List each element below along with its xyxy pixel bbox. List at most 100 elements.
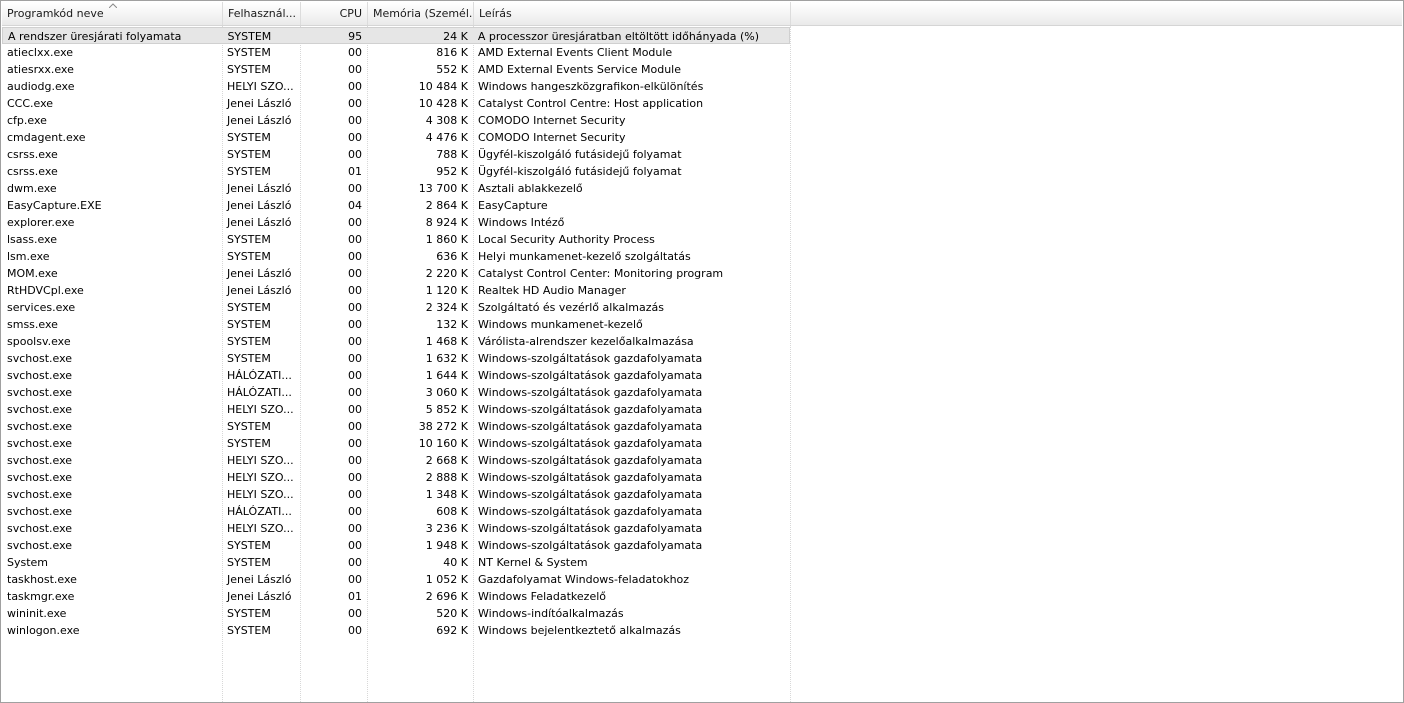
- table-row[interactable]: services.exe SYSTEM 00 2 324 K Szolgáltató é…: [2, 299, 1402, 316]
- table-row[interactable]: cfp.exe Jenei László 00 4 308 K COMODO Inter…: [2, 112, 1402, 129]
- table-row-content[interactable]: taskhost.exe Jenei László 00 1 052 K Gazdafo…: [2, 571, 790, 588]
- table-row-content[interactable]: csrss.exe SYSTEM 00 788 K Ügyfél-kiszolgáló …: [2, 146, 790, 163]
- table-row-content[interactable]: MOM.exe Jenei László 00 2 220 K Catalyst Con…: [2, 265, 790, 282]
- table-row[interactable]: svchost.exe SYSTEM 00 1 948 K Windows-szolgá…: [2, 537, 1402, 554]
- table-row[interactable]: svchost.exe HÁLÓZATI... 00 608 K Windows-szo…: [2, 503, 1402, 520]
- table-row-content[interactable]: svchost.exe HELYI SZO... 00 2 888 K Windows-…: [2, 469, 790, 486]
- table-row-content[interactable]: A rendszer üresjárati folyamata SYSTEM 95 2…: [2, 27, 790, 44]
- cell-user: HÁLÓZATI...: [227, 505, 292, 518]
- cell-cpu: 00: [348, 352, 362, 365]
- cell-cpu: 04: [348, 199, 362, 212]
- table-row[interactable]: EasyCapture.EXE Jenei László 04 2 864 K Easy…: [2, 197, 1402, 214]
- table-row[interactable]: taskhost.exe Jenei László 00 1 052 K Gazdafo…: [2, 571, 1402, 588]
- table-row-content[interactable]: services.exe SYSTEM 00 2 324 K Szolgáltató é…: [2, 299, 790, 316]
- table-row-content[interactable]: svchost.exe HELYI SZO... 00 3 236 K Windows-…: [2, 520, 790, 537]
- table-row-content[interactable]: System SYSTEM 00 40 K NT Kernel & System: [2, 554, 790, 571]
- table-row-content[interactable]: explorer.exe Jenei László 00 8 924 K Windows…: [2, 214, 790, 231]
- table-row-content[interactable]: dwm.exe Jenei László 00 13 700 K Asztali abl…: [2, 180, 790, 197]
- cell-name: System: [7, 556, 49, 569]
- table-row[interactable]: svchost.exe SYSTEM 00 10 160 K Windows-szolg…: [2, 435, 1402, 452]
- table-row[interactable]: dwm.exe Jenei László 00 13 700 K Asztali abl…: [2, 180, 1402, 197]
- cell-user: SYSTEM: [227, 420, 271, 433]
- table-row-content[interactable]: smss.exe SYSTEM 00 132 K Windows munkamenet-…: [2, 316, 790, 333]
- table-row-content[interactable]: svchost.exe HELYI SZO... 00 5 852 K Windows-…: [2, 401, 790, 418]
- cell-name: svchost.exe: [7, 522, 73, 535]
- table-row[interactable]: atiesrxx.exe SYSTEM 00 552 K AMD External Ev…: [2, 61, 1402, 78]
- table-row-content[interactable]: atiesrxx.exe SYSTEM 00 552 K AMD External Ev…: [2, 61, 790, 78]
- table-row[interactable]: cmdagent.exe SYSTEM 00 4 476 K COMODO Intern…: [2, 129, 1402, 146]
- table-row-content[interactable]: svchost.exe SYSTEM 00 38 272 K Windows-szolg…: [2, 418, 790, 435]
- table-row-content[interactable]: RtHDVCpl.exe Jenei László 00 1 120 K Realtek…: [2, 282, 790, 299]
- table-row[interactable]: svchost.exe HELYI SZO... 00 2 888 K Windows-…: [2, 469, 1402, 486]
- table-row[interactable]: csrss.exe SYSTEM 00 788 K Ügyfél-kiszolgáló …: [2, 146, 1402, 163]
- column-header-name[interactable]: Programkód neve: [2, 2, 223, 25]
- table-row-content[interactable]: EasyCapture.EXE Jenei László 04 2 864 K Easy…: [2, 197, 790, 214]
- table-row[interactable]: atieclxx.exe SYSTEM 00 816 K AMD External Ev…: [2, 44, 1402, 61]
- table-row[interactable]: audiodg.exe HELYI SZO... 00 10 484 K Windows…: [2, 78, 1402, 95]
- table-row-content[interactable]: lsm.exe SYSTEM 00 636 K Helyi munkamenet-kez…: [2, 248, 790, 265]
- table-row-content[interactable]: audiodg.exe HELYI SZO... 00 10 484 K Windows…: [2, 78, 790, 95]
- table-row-content[interactable]: cfp.exe Jenei László 00 4 308 K COMODO Inter…: [2, 112, 790, 129]
- table-row-content[interactable]: winlogon.exe SYSTEM 00 692 K Windows bejelen…: [2, 622, 790, 639]
- table-row-content[interactable]: lsass.exe SYSTEM 00 1 860 K Local Security A…: [2, 231, 790, 248]
- cell-user: SYSTEM: [227, 437, 271, 450]
- table-row-content[interactable]: spoolsv.exe SYSTEM 00 1 468 K Várólista-alre…: [2, 333, 790, 350]
- table-row[interactable]: csrss.exe SYSTEM 01 952 K Ügyfél-kiszolgáló …: [2, 163, 1402, 180]
- cell-name: csrss.exe: [7, 165, 58, 178]
- table-row[interactable]: explorer.exe Jenei László 00 8 924 K Windows…: [2, 214, 1402, 231]
- table-row[interactable]: lsass.exe SYSTEM 00 1 860 K Local Security A…: [2, 231, 1402, 248]
- table-row[interactable]: RtHDVCpl.exe Jenei László 00 1 120 K Realtek…: [2, 282, 1402, 299]
- column-header-user[interactable]: Felhasznál...: [223, 2, 301, 25]
- table-row-content[interactable]: csrss.exe SYSTEM 01 952 K Ügyfél-kiszolgáló …: [2, 163, 790, 180]
- table-row[interactable]: svchost.exe HELYI SZO... 00 1 348 K Windows-…: [2, 486, 1402, 503]
- table-row[interactable]: svchost.exe HELYI SZO... 00 2 668 K Windows-…: [2, 452, 1402, 469]
- table-row-content[interactable]: svchost.exe SYSTEM 00 10 160 K Windows-szolg…: [2, 435, 790, 452]
- table-row-content[interactable]: cmdagent.exe SYSTEM 00 4 476 K COMODO Intern…: [2, 129, 790, 146]
- column-header-memory[interactable]: Memória (Személ...: [368, 2, 474, 25]
- cell-memory: 24 K: [443, 30, 468, 43]
- cell-user: SYSTEM: [227, 352, 271, 365]
- table-row[interactable]: svchost.exe HELYI SZO... 00 3 236 K Windows-…: [2, 520, 1402, 537]
- table-row-content[interactable]: svchost.exe HELYI SZO... 00 1 348 K Windows-…: [2, 486, 790, 503]
- table-row[interactable]: spoolsv.exe SYSTEM 00 1 468 K Várólista-alre…: [2, 333, 1402, 350]
- table-row-content[interactable]: CCC.exe Jenei László 00 10 428 K Catalyst Co…: [2, 95, 790, 112]
- table-row-content[interactable]: svchost.exe SYSTEM 00 1 948 K Windows-szolgá…: [2, 537, 790, 554]
- table-row[interactable]: A rendszer üresjárati folyamata SYSTEM 95 2…: [2, 27, 1402, 44]
- table-row[interactable]: wininit.exe SYSTEM 00 520 K Windows-indítóal…: [2, 605, 1402, 622]
- table-row[interactable]: System SYSTEM 00 40 K NT Kernel & System: [2, 554, 1402, 571]
- cell-description: Windows-szolgáltatások gazdafolyamata: [478, 488, 703, 501]
- cell-memory: 1 644 K: [425, 369, 468, 382]
- table-row-content[interactable]: atieclxx.exe SYSTEM 00 816 K AMD External Ev…: [2, 44, 790, 61]
- cell-memory: 952 K: [436, 165, 468, 178]
- table-row[interactable]: winlogon.exe SYSTEM 00 692 K Windows bejelen…: [2, 622, 1402, 639]
- cell-description: Catalyst Control Center: Monitoring prog…: [478, 267, 724, 280]
- table-row-content[interactable]: svchost.exe HÁLÓZATI... 00 3 060 K Windows-s…: [2, 384, 790, 401]
- column-header-description[interactable]: Leírás: [474, 2, 791, 25]
- cell-cpu: 01: [348, 165, 362, 178]
- table-row-content[interactable]: svchost.exe HELYI SZO... 00 2 668 K Windows-…: [2, 452, 790, 469]
- table-row[interactable]: svchost.exe HÁLÓZATI... 00 1 644 K Windows-s…: [2, 367, 1402, 384]
- cell-description: COMODO Internet Security: [478, 131, 626, 144]
- cell-name: explorer.exe: [7, 216, 75, 229]
- table-row-content[interactable]: svchost.exe HÁLÓZATI... 00 608 K Windows-szo…: [2, 503, 790, 520]
- table-row-content[interactable]: svchost.exe HÁLÓZATI... 00 1 644 K Windows-s…: [2, 367, 790, 384]
- cell-description: Windows bejelentkeztető alkalmazás: [478, 624, 681, 637]
- table-row-content[interactable]: taskmgr.exe Jenei László 01 2 696 K Windows …: [2, 588, 790, 605]
- table-row[interactable]: svchost.exe HELYI SZO... 00 5 852 K Windows-…: [2, 401, 1402, 418]
- table-row-content[interactable]: wininit.exe SYSTEM 00 520 K Windows-indítóal…: [2, 605, 790, 622]
- column-header-cpu[interactable]: CPU: [301, 2, 368, 25]
- table-row[interactable]: smss.exe SYSTEM 00 132 K Windows munkamenet-…: [2, 316, 1402, 333]
- cell-name: taskhost.exe: [7, 573, 77, 586]
- cell-cpu: 00: [348, 437, 362, 450]
- table-row[interactable]: lsm.exe SYSTEM 00 636 K Helyi munkamenet-kez…: [2, 248, 1402, 265]
- table-row[interactable]: svchost.exe HÁLÓZATI... 00 3 060 K Windows-s…: [2, 384, 1402, 401]
- table-row[interactable]: taskmgr.exe Jenei László 01 2 696 K Windows …: [2, 588, 1402, 605]
- cell-name: svchost.exe: [7, 539, 73, 552]
- cell-cpu: 00: [348, 284, 362, 297]
- table-row[interactable]: svchost.exe SYSTEM 00 38 272 K Windows-szolg…: [2, 418, 1402, 435]
- cell-name: dwm.exe: [7, 182, 57, 195]
- table-row-content[interactable]: svchost.exe SYSTEM 00 1 632 K Windows-szolgá…: [2, 350, 790, 367]
- table-row[interactable]: MOM.exe Jenei László 00 2 220 K Catalyst Con…: [2, 265, 1402, 282]
- table-row[interactable]: CCC.exe Jenei László 00 10 428 K Catalyst Co…: [2, 95, 1402, 112]
- table-row[interactable]: svchost.exe SYSTEM 00 1 632 K Windows-szolgá…: [2, 350, 1402, 367]
